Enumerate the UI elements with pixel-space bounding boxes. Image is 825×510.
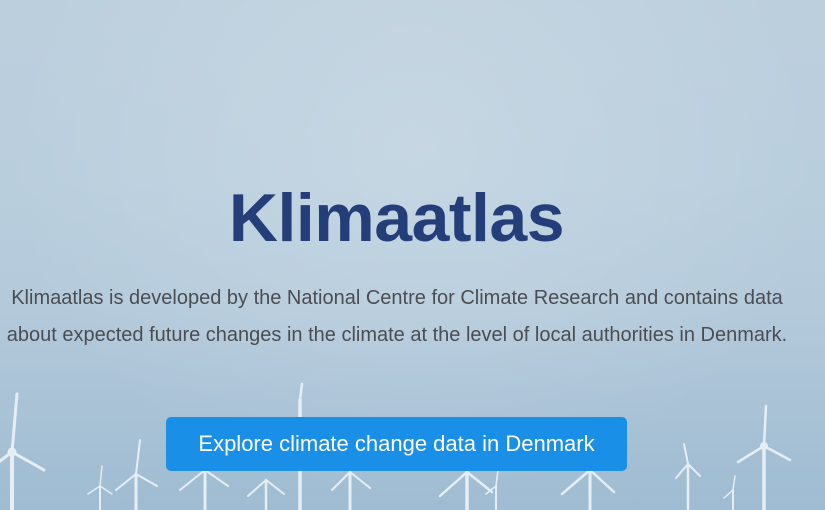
wind-turbine: [736, 404, 792, 510]
explore-data-button[interactable]: Explore climate change data in Denmark: [166, 417, 627, 471]
wind-turbine: [179, 468, 229, 510]
wind-turbine: [723, 475, 736, 510]
wind-turbine: [247, 478, 285, 510]
wind-turbine: [87, 465, 113, 510]
wind-turbine: [438, 470, 494, 510]
wind-turbine: [675, 443, 701, 510]
hero-description: Klimaatlas is developed by the National …: [6, 287, 788, 346]
page-title: Klimaatlas: [228, 180, 565, 256]
wind-turbine: [0, 392, 46, 510]
wind-turbine: [331, 470, 371, 510]
wind-turbine: [115, 439, 158, 510]
hero-section: Klimaatlas Klimaatlas is developed by th…: [0, 0, 825, 510]
